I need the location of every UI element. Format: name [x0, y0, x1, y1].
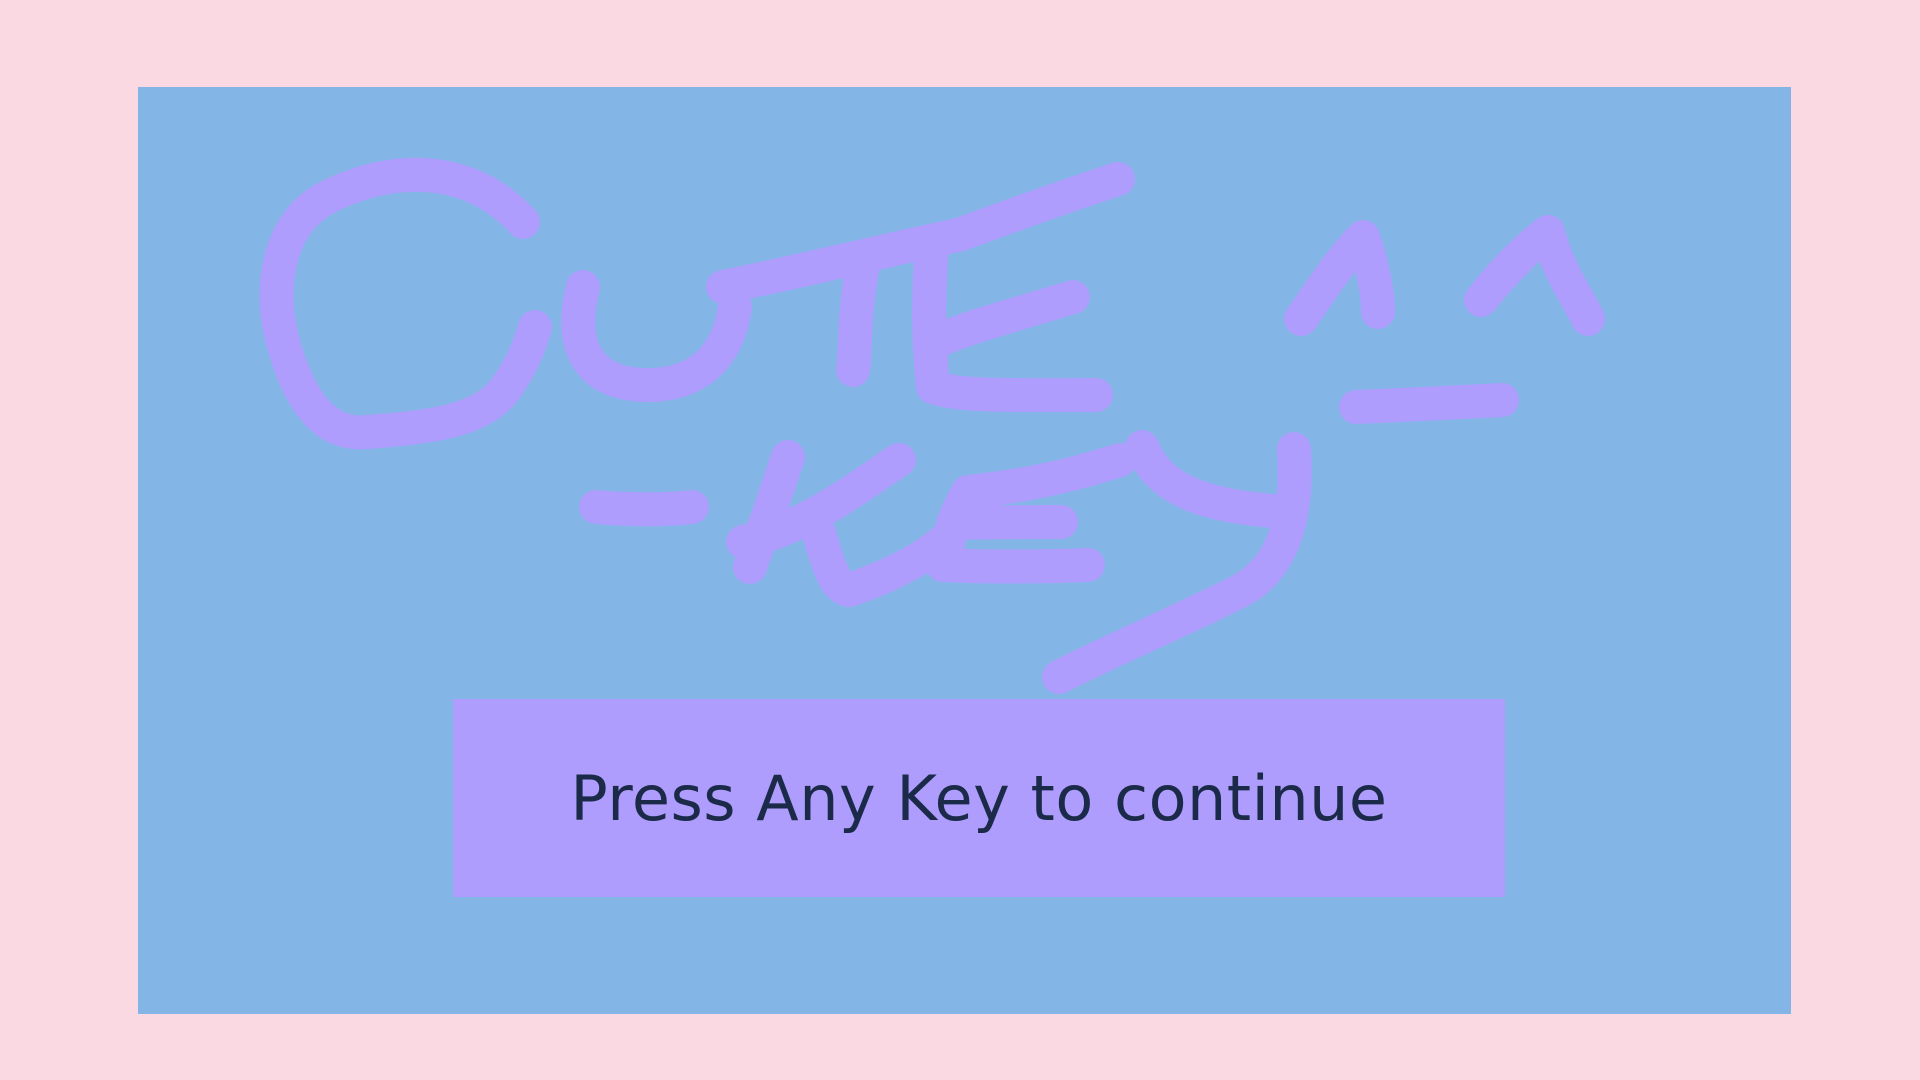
logo-letter-e2-mid	[936, 505, 1078, 540]
logo-strokes	[259, 157, 1605, 694]
logo-letter-u	[561, 270, 752, 403]
logo-letter-e2-top	[951, 443, 1137, 509]
logo-dash	[579, 490, 709, 527]
logo-letter-c	[259, 157, 552, 450]
logo-face-left-eye	[1284, 220, 1395, 336]
logo-letter-t-stem	[836, 248, 880, 387]
press-any-key-label: Press Any Key to continue	[570, 761, 1388, 835]
logo-letter-e-mid	[918, 280, 1090, 359]
logo-face-mouth	[1339, 383, 1519, 424]
game-title-screen[interactable]: Press Any Key to continue	[138, 87, 1791, 1014]
logo-face-right-eye	[1464, 215, 1605, 336]
logo-letter-y-left	[1125, 430, 1305, 529]
press-any-key-button[interactable]: Press Any Key to continue	[453, 699, 1505, 897]
